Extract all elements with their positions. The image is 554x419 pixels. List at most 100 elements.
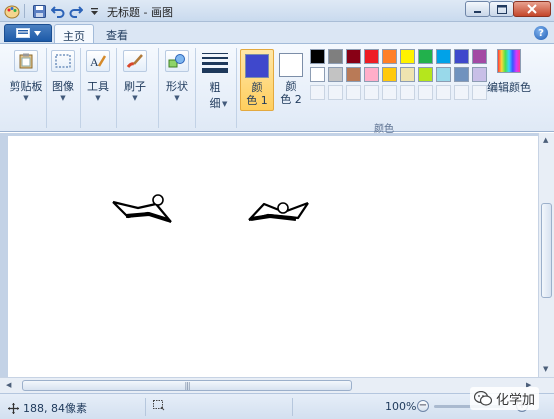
undo-icon[interactable] bbox=[50, 3, 66, 19]
palette-swatch-r2-6[interactable] bbox=[400, 67, 415, 82]
palette-swatch-r2-10[interactable] bbox=[472, 67, 487, 82]
customize-dropdown-icon[interactable] bbox=[86, 3, 102, 19]
chevron-down-icon bbox=[33, 30, 41, 36]
vertical-scrollbar[interactable]: ▲ ▼ bbox=[538, 133, 554, 377]
palette-swatch-empty-9[interactable] bbox=[454, 85, 469, 100]
palette-swatch-empty-7[interactable] bbox=[418, 85, 433, 100]
tools-button[interactable]: A 工具 ▼ bbox=[83, 50, 113, 102]
color1-swatch bbox=[245, 54, 269, 78]
size-button[interactable]: 粗 细 ▼ bbox=[198, 50, 232, 111]
minimize-button[interactable] bbox=[465, 1, 490, 17]
title-bar: 无标题 - 画图 bbox=[0, 0, 554, 22]
palette-swatch-r1-6[interactable] bbox=[400, 49, 415, 64]
palette-swatch-empty-6[interactable] bbox=[400, 85, 415, 100]
edit-colors-label: 编辑颜色 bbox=[487, 81, 531, 94]
palette-swatch-r2-8[interactable] bbox=[436, 67, 451, 82]
brush-icon bbox=[123, 50, 147, 72]
tools-label: 工具 bbox=[87, 80, 109, 93]
palette-swatch-r1-5[interactable] bbox=[382, 49, 397, 64]
cyclohexane-drawings bbox=[112, 194, 309, 224]
palette-swatch-r2-2[interactable] bbox=[328, 67, 343, 82]
scroll-down-icon[interactable]: ▼ bbox=[543, 365, 548, 373]
maximize-button[interactable] bbox=[489, 1, 514, 17]
zoom-out-button[interactable]: − bbox=[417, 400, 429, 412]
palette-swatch-r1-1[interactable] bbox=[310, 49, 325, 64]
chevron-down-icon: ▼ bbox=[132, 94, 138, 102]
color1-button[interactable]: 颜 色 1 bbox=[240, 49, 274, 111]
scroll-up-icon[interactable]: ▲ bbox=[543, 136, 548, 144]
clipboard-button[interactable]: 剪贴板 ▼ bbox=[8, 50, 44, 102]
chevron-down-icon: ▼ bbox=[95, 94, 101, 102]
palette-swatch-r2-7[interactable] bbox=[418, 67, 433, 82]
watermark: 化学加 bbox=[470, 387, 540, 410]
paint-app-icon[interactable] bbox=[4, 3, 20, 19]
shapes-button[interactable]: 形状 ▼ bbox=[162, 50, 192, 102]
palette-swatch-empty-2[interactable] bbox=[328, 85, 343, 100]
line-width-icon bbox=[202, 50, 228, 76]
help-icon[interactable]: ? bbox=[534, 26, 548, 40]
chevron-down-icon: ▼ bbox=[60, 94, 66, 102]
horizontal-scroll-thumb[interactable]: ||| bbox=[22, 380, 352, 391]
color1-label-2: 色 1 bbox=[246, 94, 268, 107]
qat-divider bbox=[24, 4, 25, 18]
palette-swatch-empty-10[interactable] bbox=[472, 85, 487, 100]
chair-conformation-left bbox=[112, 194, 172, 224]
tab-view[interactable]: 查看 bbox=[98, 24, 136, 44]
size-label-2: 细 bbox=[209, 97, 221, 110]
palette-swatch-r2-9[interactable] bbox=[454, 67, 469, 82]
shapes-label: 形状 bbox=[166, 80, 188, 93]
scroll-left-icon[interactable]: ◀ bbox=[6, 381, 11, 389]
watermark-text: 化学加 bbox=[496, 393, 536, 408]
shapes-icon bbox=[165, 50, 189, 72]
selection-size bbox=[153, 400, 165, 411]
maximize-icon bbox=[496, 4, 507, 14]
palette-swatch-r2-1[interactable] bbox=[310, 67, 325, 82]
edit-colors-button[interactable]: 编辑颜色 bbox=[486, 49, 532, 95]
palette-swatch-empty-1[interactable] bbox=[310, 85, 325, 100]
color-palette bbox=[310, 49, 487, 100]
palette-swatch-r2-3[interactable] bbox=[346, 67, 361, 82]
size-label-1: 粗 bbox=[209, 81, 221, 94]
redo-icon[interactable] bbox=[68, 3, 84, 19]
palette-swatch-r1-10[interactable] bbox=[472, 49, 487, 64]
palette-swatch-r2-4[interactable] bbox=[364, 67, 379, 82]
select-icon bbox=[51, 50, 75, 72]
drawing-canvas[interactable] bbox=[8, 136, 538, 377]
palette-swatch-r2-5[interactable] bbox=[382, 67, 397, 82]
vertical-scroll-thumb[interactable] bbox=[541, 203, 552, 298]
palette-swatch-empty-5[interactable] bbox=[382, 85, 397, 100]
palette-swatch-empty-4[interactable] bbox=[364, 85, 379, 100]
zoom-out-icon: − bbox=[417, 400, 429, 412]
group-divider bbox=[158, 48, 159, 128]
cursor-position-text: 188, 84像素 bbox=[23, 402, 87, 415]
palette-swatch-r1-2[interactable] bbox=[328, 49, 343, 64]
tab-home[interactable]: 主页 bbox=[54, 24, 94, 44]
ribbon: 剪贴板 ▼ 图像 ▼ A 工具 ▼ 刷子 ▼ 形状 ▼ 粗 细 ▼ 颜 色 1 … bbox=[0, 43, 554, 135]
chevron-down-icon: ▼ bbox=[222, 100, 228, 108]
brushes-button[interactable]: 刷子 ▼ bbox=[120, 50, 150, 102]
palette-swatch-r1-8[interactable] bbox=[436, 49, 451, 64]
chevron-down-icon: ▼ bbox=[174, 94, 180, 102]
palette-swatch-empty-8[interactable] bbox=[436, 85, 451, 100]
palette-swatch-r1-7[interactable] bbox=[418, 49, 433, 64]
canvas-workspace: ▲ ▼ bbox=[0, 133, 554, 377]
palette-swatch-r1-3[interactable] bbox=[346, 49, 361, 64]
image-label: 图像 bbox=[52, 80, 74, 93]
brushes-label: 刷子 bbox=[124, 80, 146, 93]
palette-swatch-empty-3[interactable] bbox=[346, 85, 361, 100]
palette-swatch-r1-4[interactable] bbox=[364, 49, 379, 64]
close-button[interactable] bbox=[513, 1, 551, 17]
svg-text:A: A bbox=[90, 55, 99, 69]
window-title: 无标题 - 画图 bbox=[107, 6, 173, 19]
color2-label-2: 色 2 bbox=[280, 93, 302, 106]
menu-icon bbox=[15, 28, 30, 38]
paint-menu-button[interactable] bbox=[4, 24, 52, 42]
image-button[interactable]: 图像 ▼ bbox=[48, 50, 78, 102]
status-divider bbox=[292, 398, 293, 416]
rainbow-icon bbox=[497, 49, 521, 73]
wechat-icon bbox=[474, 391, 492, 406]
color2-button[interactable]: 颜 色 2 bbox=[274, 49, 308, 111]
cursor-position: 188, 84像素 bbox=[8, 400, 87, 416]
save-icon[interactable] bbox=[31, 3, 47, 19]
palette-swatch-r1-9[interactable] bbox=[454, 49, 469, 64]
